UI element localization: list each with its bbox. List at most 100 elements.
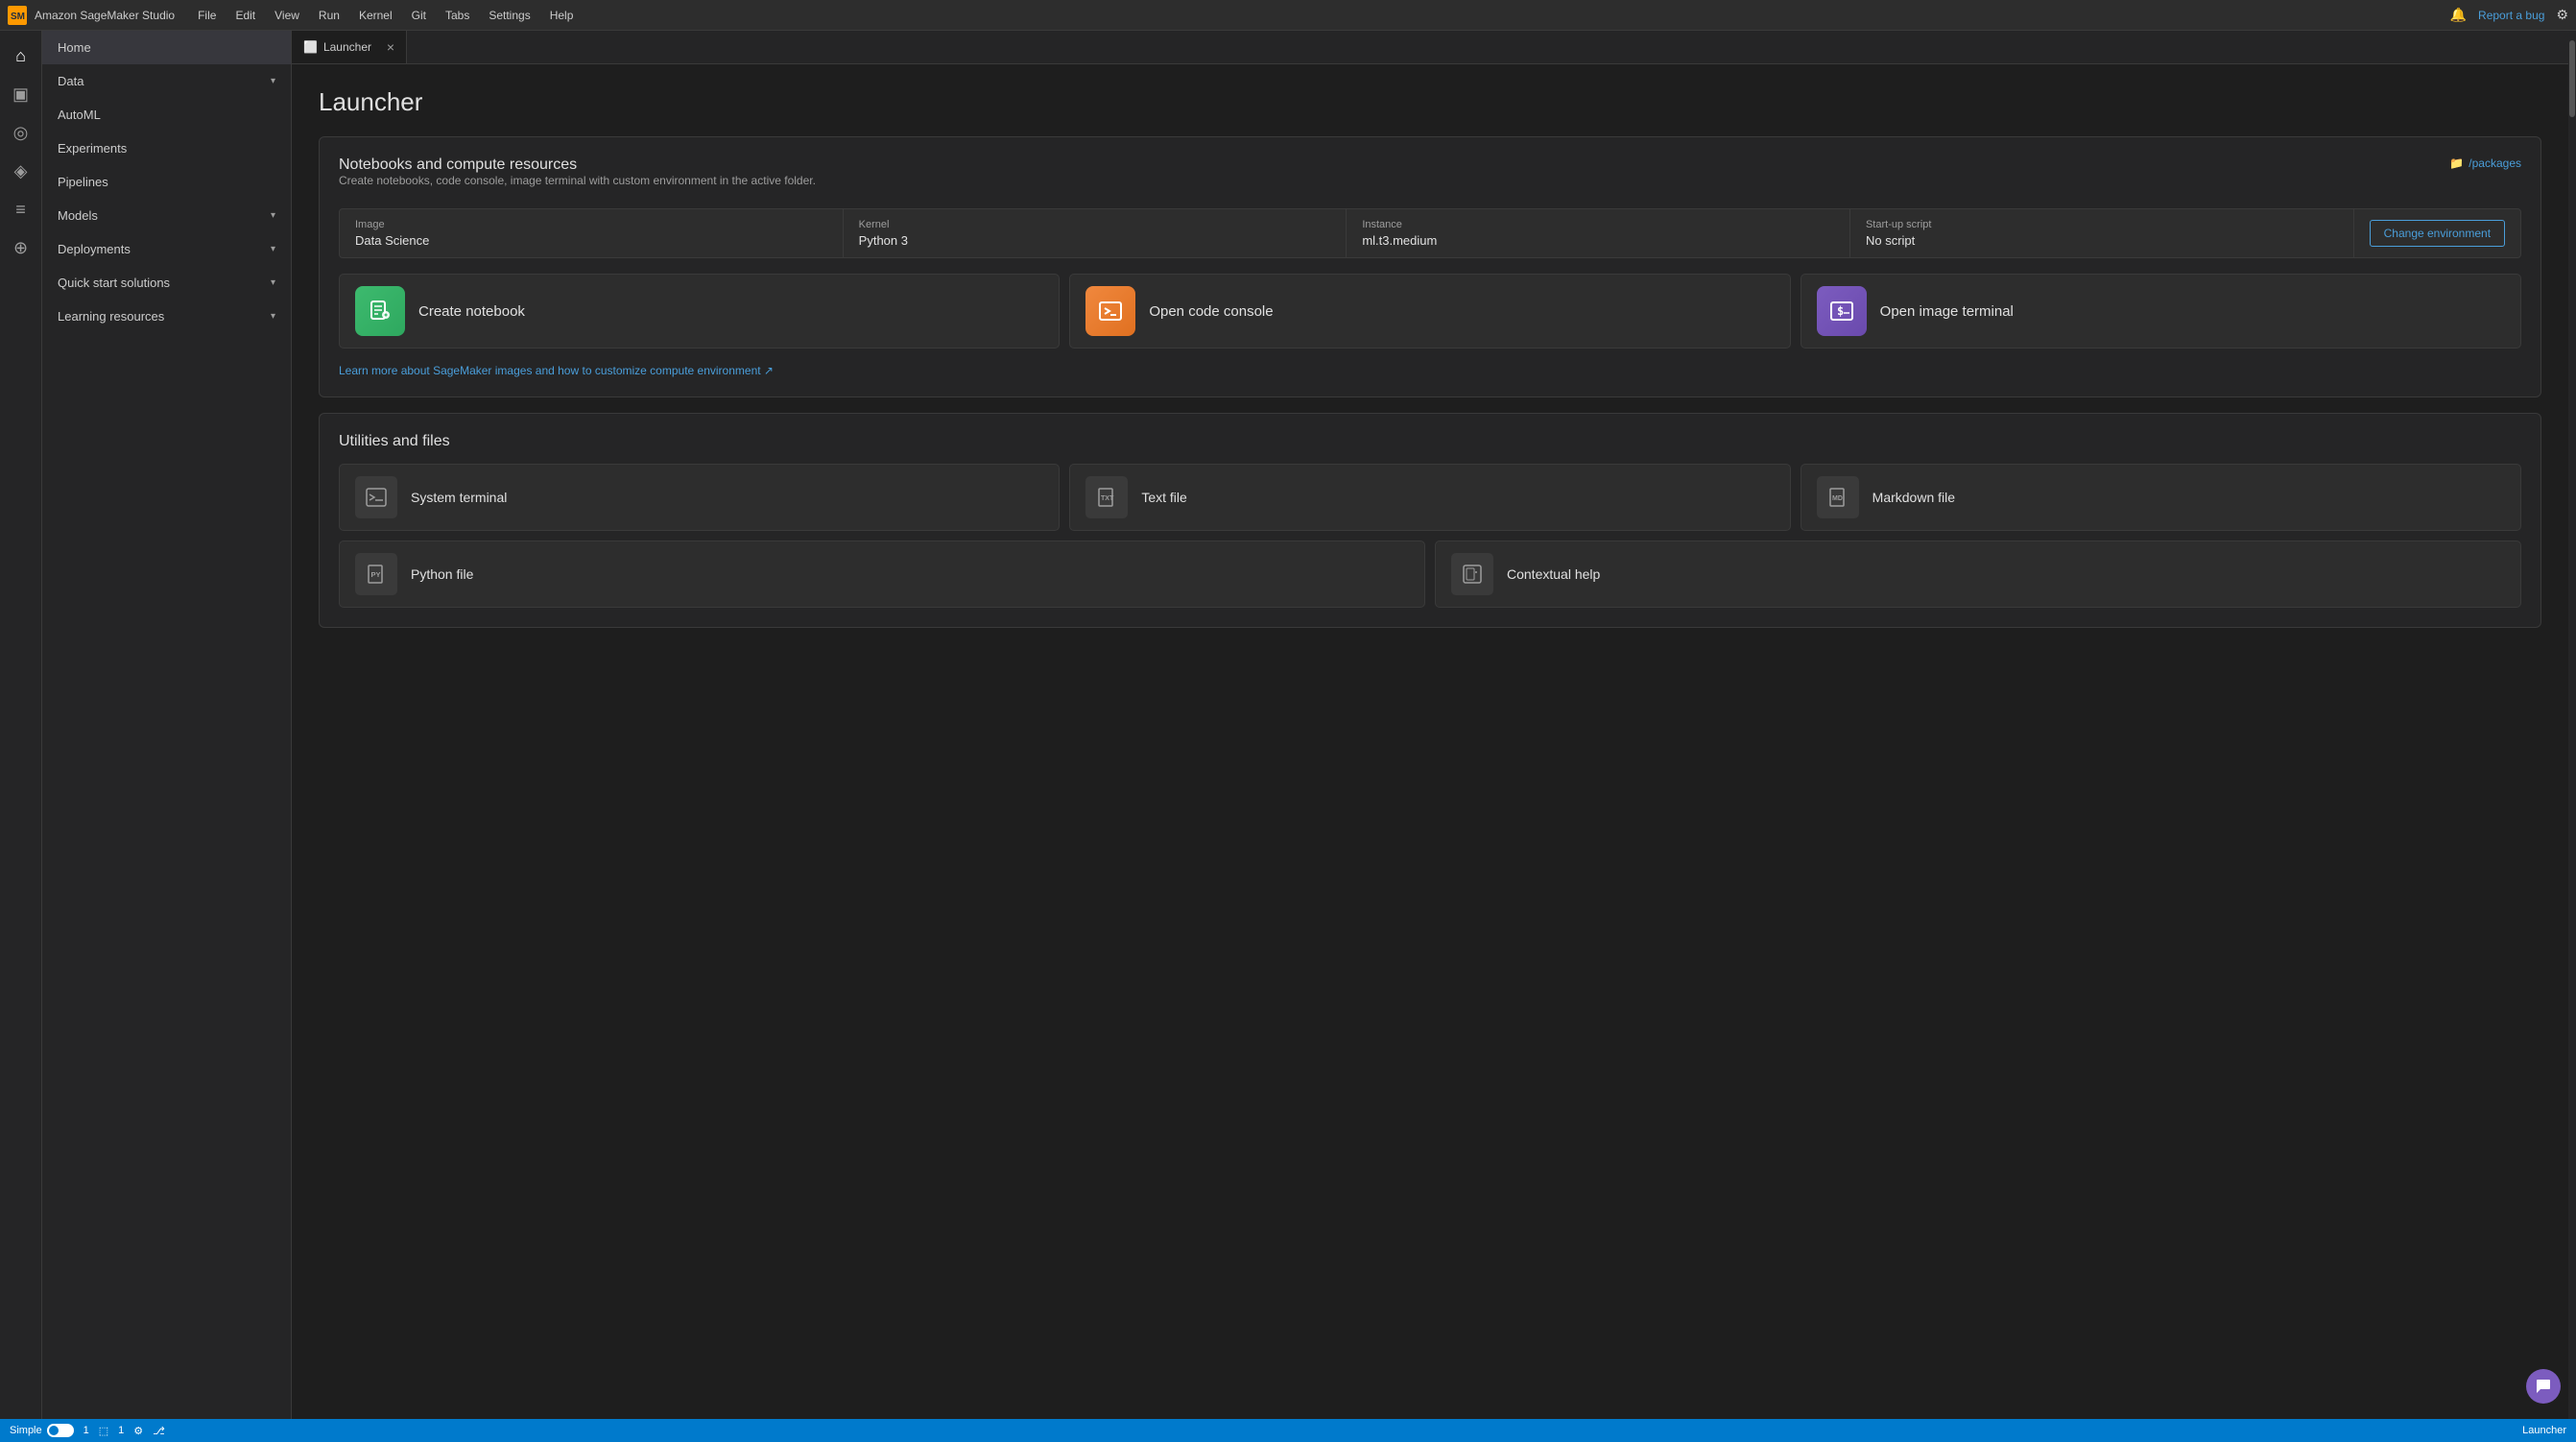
menu-right: 🔔 Report a bug ⚙: [2450, 7, 2568, 23]
menu-view[interactable]: View: [267, 5, 307, 26]
chat-bubble-button[interactable]: [2526, 1369, 2561, 1404]
menu-git[interactable]: Git: [404, 5, 434, 26]
menu-tabs[interactable]: Tabs: [438, 5, 477, 26]
menu-file[interactable]: File: [190, 5, 224, 26]
env-kernel-cell: Kernel Python 3: [844, 209, 1348, 257]
learn-more-link[interactable]: Learn more about SageMaker images and ho…: [339, 364, 2521, 377]
nav-panel: Home Data ▾ AutoML Experiments Pipelines…: [42, 31, 292, 1419]
git-branch-icon[interactable]: ⎇: [153, 1425, 165, 1437]
status-bar: Simple 1 ⬚ 1 ⚙ ⎇ Launcher: [0, 1419, 2576, 1442]
status-settings-icon[interactable]: ⚙: [133, 1425, 143, 1437]
sidebar-item-home-label: Home: [58, 40, 91, 55]
create-notebook-icon: [355, 286, 405, 336]
strip-home-icon[interactable]: ⌂: [4, 38, 38, 73]
mode-toggle[interactable]: [47, 1424, 74, 1437]
menu-kernel[interactable]: Kernel: [351, 5, 400, 26]
chevron-down-icon: ▾: [271, 210, 275, 221]
menu-run[interactable]: Run: [311, 5, 347, 26]
strip-pipelines-icon[interactable]: ≡: [4, 192, 38, 227]
sidebar-item-quick-start[interactable]: Quick start solutions ▾: [42, 266, 291, 300]
env-startup-label: Start-up script: [1866, 219, 2338, 230]
strip-data-icon[interactable]: ▣: [4, 77, 38, 111]
environment-row: Image Data Science Kernel Python 3 Insta…: [339, 208, 2521, 258]
tab-launcher-label: Launcher: [323, 40, 371, 54]
env-image-value: Data Science: [355, 233, 827, 248]
app-title: Amazon SageMaker Studio: [35, 9, 175, 22]
notebooks-section-title: Notebooks and compute resources: [339, 156, 816, 174]
open-code-console-card[interactable]: Open code console: [1069, 274, 1790, 348]
strip-automl-icon[interactable]: ◎: [4, 115, 38, 150]
sidebar-item-automl[interactable]: AutoML: [42, 98, 291, 132]
chevron-down-icon: ▾: [271, 76, 275, 86]
python-file-icon: PY: [355, 553, 397, 595]
env-instance-cell: Instance ml.t3.medium: [1347, 209, 1850, 257]
learn-more-text: Learn more about SageMaker images and ho…: [339, 364, 774, 377]
utilities-section-title: Utilities and files: [339, 433, 2521, 450]
menu-help[interactable]: Help: [542, 5, 582, 26]
chevron-down-icon: ▾: [271, 244, 275, 254]
sidebar-item-home[interactable]: Home: [42, 31, 291, 64]
system-terminal-card[interactable]: System terminal: [339, 464, 1060, 531]
page-title: Launcher: [319, 87, 2541, 117]
open-image-terminal-card[interactable]: $ Open image terminal: [1801, 274, 2521, 348]
env-kernel-label: Kernel: [859, 219, 1331, 230]
sidebar-item-pipelines[interactable]: Pipelines: [42, 165, 291, 199]
utilities-row2: PY Python file Cont: [339, 541, 2521, 608]
notebooks-section-title-wrap: Notebooks and compute resources Create n…: [339, 156, 816, 203]
env-image-cell: Image Data Science: [340, 209, 844, 257]
tab-launcher-icon: ⬜: [303, 40, 318, 54]
menu-edit[interactable]: Edit: [227, 5, 263, 26]
chevron-down-icon: ▾: [271, 277, 275, 288]
contextual-help-card[interactable]: Contextual help: [1435, 541, 2521, 608]
contextual-help-label: Contextual help: [1507, 566, 1600, 582]
folder-link[interactable]: 📁 /packages: [2449, 156, 2521, 170]
bell-icon[interactable]: 🔔: [2450, 7, 2467, 23]
folder-path: /packages: [2469, 156, 2521, 170]
env-instance-value: ml.t3.medium: [1362, 233, 1834, 248]
sidebar-item-learning-resources-label: Learning resources: [58, 309, 164, 324]
markdown-file-card[interactable]: MD Markdown file: [1801, 464, 2521, 531]
svg-text:SM: SM: [11, 12, 25, 22]
text-file-label: Text file: [1141, 490, 1186, 505]
chevron-down-icon: ▾: [271, 311, 275, 322]
sidebar-item-experiments[interactable]: Experiments: [42, 132, 291, 165]
status-left: Simple 1 ⬚ 1 ⚙ ⎇: [10, 1424, 165, 1437]
sidebar-item-pipelines-label: Pipelines: [58, 175, 108, 189]
markdown-file-icon: MD: [1817, 476, 1859, 518]
icon-strip: ⌂ ▣ ◎ ◈ ≡ ⊕: [0, 31, 42, 1419]
system-terminal-label: System terminal: [411, 490, 507, 505]
tab-close-button[interactable]: ×: [387, 39, 394, 55]
env-instance-label: Instance: [1362, 219, 1834, 230]
report-bug-link[interactable]: Report a bug: [2478, 9, 2544, 22]
notebooks-section-subtitle: Create notebooks, code console, image te…: [339, 174, 816, 187]
sidebar-item-models[interactable]: Models ▾: [42, 199, 291, 232]
menu-settings[interactable]: Settings: [481, 5, 537, 26]
strip-experiments-icon[interactable]: ◈: [4, 154, 38, 188]
env-startup-cell: Start-up script No script: [1850, 209, 2354, 257]
python-file-card[interactable]: PY Python file: [339, 541, 1425, 608]
strip-extensions-icon[interactable]: ⊕: [4, 230, 38, 265]
mode-label: Simple: [10, 1425, 42, 1436]
tab-launcher[interactable]: ⬜ Launcher ×: [292, 31, 407, 63]
sidebar-item-deployments-label: Deployments: [58, 242, 131, 256]
text-file-icon: TXT: [1085, 476, 1128, 518]
text-file-card[interactable]: TXT Text file: [1069, 464, 1790, 531]
status-count2: 1: [118, 1425, 124, 1436]
create-notebook-card[interactable]: Create notebook: [339, 274, 1060, 348]
sidebar-item-models-label: Models: [58, 208, 98, 223]
main-layout: ⌂ ▣ ◎ ◈ ≡ ⊕ Home Data ▾ AutoML Experimen…: [0, 31, 2576, 1419]
open-code-console-label: Open code console: [1149, 303, 1273, 320]
action-grid: Create notebook Open code console: [339, 274, 2521, 348]
status-count1: 1: [83, 1425, 89, 1436]
scrollbar-track[interactable]: [2568, 31, 2576, 1419]
launcher-content: Launcher Notebooks and compute resources…: [292, 64, 2568, 1419]
sidebar-item-learning-resources[interactable]: Learning resources ▾: [42, 300, 291, 333]
sidebar-item-data[interactable]: Data ▾: [42, 64, 291, 98]
svg-text:$: $: [1837, 304, 1844, 318]
env-image-label: Image: [355, 219, 827, 230]
scrollbar-thumb[interactable]: [2569, 40, 2575, 117]
change-environment-button[interactable]: Change environment: [2370, 220, 2505, 247]
create-notebook-label: Create notebook: [418, 303, 525, 320]
sidebar-item-deployments[interactable]: Deployments ▾: [42, 232, 291, 266]
settings-gear-icon[interactable]: ⚙: [2556, 7, 2568, 23]
